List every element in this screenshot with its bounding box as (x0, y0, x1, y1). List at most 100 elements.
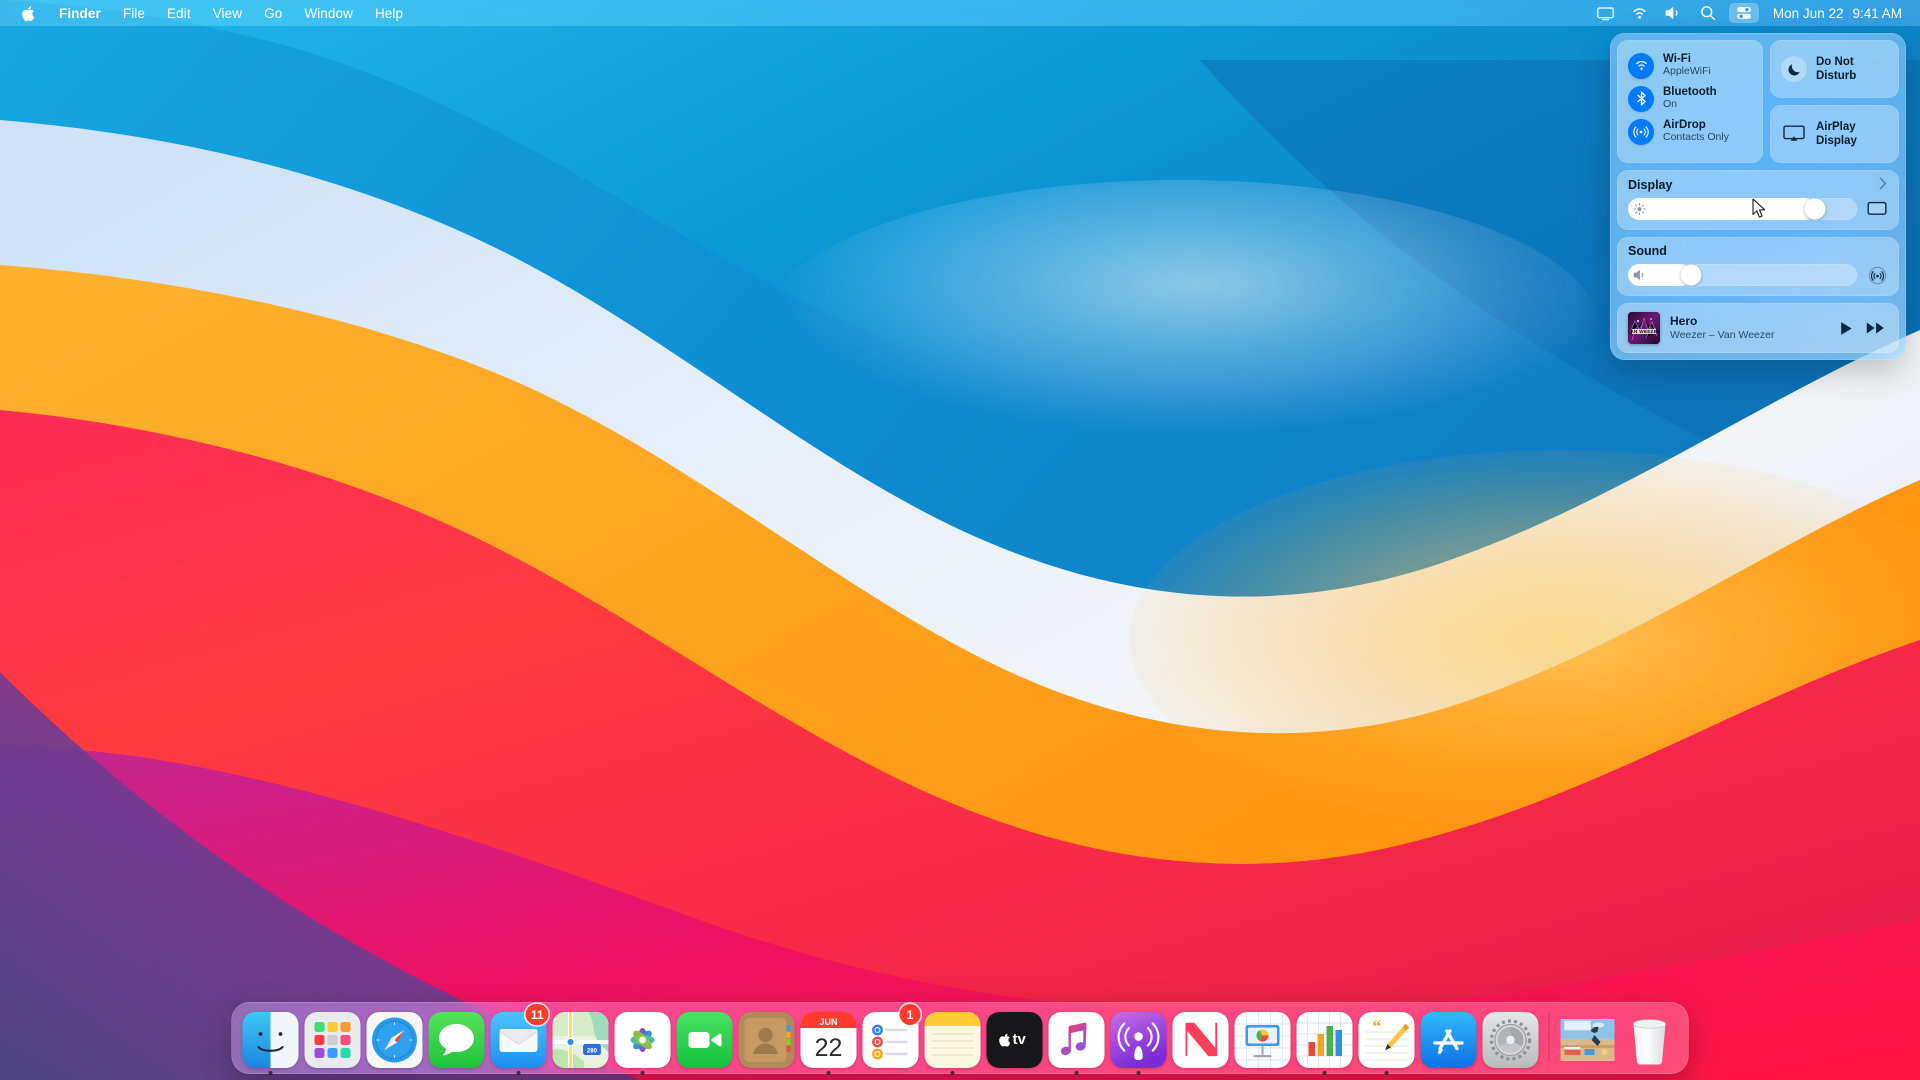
control-center-panel: Wi-Fi AppleWiFi Bluetooth On (1610, 33, 1906, 360)
now-playing-controls (1840, 321, 1888, 336)
dock-item-messages[interactable] (426, 1006, 488, 1068)
apple-tv-icon: tv (987, 1012, 1043, 1068)
dock-item-reminders[interactable]: 1 (860, 1006, 922, 1068)
airplay-audio-icon[interactable] (1866, 266, 1888, 284)
calendar-icon: JUN 22 (801, 1012, 857, 1068)
now-playing-meta: Hero Weezer – Van Weezer (1670, 314, 1830, 342)
menu-bar-status-area: Mon Jun 22 9:41 AM (1589, 0, 1920, 26)
calendar-month: JUN (819, 1017, 837, 1027)
airdrop-subtitle: Contacts Only (1663, 132, 1729, 144)
display-module-header[interactable]: Display (1628, 177, 1888, 192)
menu-item-go[interactable]: Go (253, 0, 293, 26)
moon-icon (1781, 56, 1807, 82)
airdrop-text: AirDrop Contacts Only (1663, 119, 1729, 144)
svg-text:tv: tv (1013, 1031, 1027, 1048)
dock-item-facetime[interactable] (674, 1006, 736, 1068)
control-center-icon[interactable] (1729, 3, 1759, 23)
brightness-icon (1633, 203, 1646, 216)
running-indicator (517, 1071, 521, 1075)
svg-text:“: “ (1373, 1016, 1382, 1036)
dock-item-notes[interactable] (922, 1006, 984, 1068)
wifi-toggle[interactable]: Wi-Fi AppleWiFi (1617, 49, 1763, 82)
airdrop-toggle[interactable]: AirDrop Contacts Only (1617, 115, 1763, 148)
fast-forward-icon[interactable] (1866, 321, 1885, 335)
airdrop-title: AirDrop (1663, 119, 1729, 132)
apple-logo-icon[interactable] (12, 0, 48, 26)
menu-bar-time: 9:41 AM (1852, 6, 1902, 21)
screen-mirroring-icon[interactable] (1589, 0, 1623, 26)
airplay-display-label: AirPlay Display (1816, 120, 1857, 148)
bluetooth-icon (1628, 86, 1654, 112)
display-slider-knob[interactable] (1805, 199, 1826, 220)
app-store-icon (1421, 1012, 1477, 1068)
chevron-right-icon[interactable] (1879, 177, 1888, 192)
menu-bar: Finder File Edit View Go Window Help (0, 0, 1920, 26)
dock-item-podcasts[interactable] (1108, 1006, 1170, 1068)
dock-item-numbers[interactable] (1294, 1006, 1356, 1068)
sound-slider-knob[interactable] (1680, 265, 1701, 286)
keynote-icon (1235, 1012, 1291, 1068)
bluetooth-title: Bluetooth (1663, 86, 1717, 99)
track-subtitle: Weezer – Van Weezer (1670, 329, 1830, 342)
menu-item-window[interactable]: Window (293, 0, 364, 26)
volume-icon[interactable] (1657, 0, 1691, 26)
dock-item-recent-item[interactable] (1557, 1006, 1619, 1068)
running-indicator (1137, 1071, 1141, 1075)
connectivity-module: Wi-Fi AppleWiFi Bluetooth On (1617, 40, 1763, 163)
pages-icon: “ (1359, 1012, 1415, 1068)
dock-item-calendar[interactable]: JUN 22 (798, 1006, 860, 1068)
dock-item-maps[interactable]: 280 (550, 1006, 612, 1068)
sound-volume-slider[interactable] (1628, 264, 1857, 286)
notes-icon (925, 1012, 981, 1068)
wifi-icon[interactable] (1623, 0, 1657, 26)
airplay-line-1: AirPlay (1816, 120, 1857, 134)
display-slider-row (1628, 198, 1888, 220)
bluetooth-text: Bluetooth On (1663, 86, 1717, 111)
running-indicator (827, 1071, 831, 1075)
do-not-disturb-label: Do Not Disturb (1816, 55, 1856, 83)
menu-item-finder[interactable]: Finder (48, 0, 112, 26)
calendar-day: 22 (815, 1034, 843, 1062)
dock-item-mail[interactable]: 11 (488, 1006, 550, 1068)
dock-item-keynote[interactable] (1232, 1006, 1294, 1068)
running-indicator (641, 1071, 645, 1075)
running-indicator (1323, 1071, 1327, 1075)
wifi-icon (1628, 53, 1654, 79)
do-not-disturb-tile[interactable]: Do Not Disturb (1770, 40, 1899, 98)
display-module: Display (1617, 170, 1899, 230)
menu-item-edit[interactable]: Edit (156, 0, 202, 26)
menu-bar-clock[interactable]: Mon Jun 22 9:41 AM (1763, 6, 1906, 21)
dock-item-trash[interactable] (1619, 1006, 1681, 1068)
svg-text:VAN WEEZER: VAN WEEZER (1628, 329, 1660, 334)
airplay-display-tile[interactable]: AirPlay Display (1770, 105, 1899, 163)
trash-icon (1622, 1012, 1678, 1068)
dock-item-news[interactable] (1170, 1006, 1232, 1068)
menu-item-file[interactable]: File (112, 0, 156, 26)
dock-item-music[interactable] (1046, 1006, 1108, 1068)
menu-item-view[interactable]: View (202, 0, 253, 26)
running-indicator (1075, 1071, 1079, 1075)
dock-item-app-store[interactable] (1418, 1006, 1480, 1068)
dock-item-finder[interactable] (240, 1006, 302, 1068)
play-icon[interactable] (1840, 321, 1853, 336)
safari-icon (367, 1012, 423, 1068)
dock-item-launchpad[interactable] (302, 1006, 364, 1068)
dock-item-tv[interactable]: tv (984, 1006, 1046, 1068)
dock-item-system-preferences[interactable] (1480, 1006, 1542, 1068)
spotlight-search-icon[interactable] (1691, 0, 1725, 26)
wifi-title: Wi-Fi (1663, 53, 1711, 66)
dock-item-pages[interactable]: “ (1356, 1006, 1418, 1068)
menu-bar-left: Finder File Edit View Go Window Help (0, 0, 414, 26)
display-brightness-slider[interactable] (1628, 198, 1857, 220)
bluetooth-subtitle: On (1663, 99, 1717, 111)
speaker-icon (1633, 269, 1647, 281)
menu-item-help[interactable]: Help (364, 0, 414, 26)
dock-item-safari[interactable] (364, 1006, 426, 1068)
display-monitor-icon[interactable] (1866, 200, 1888, 218)
bluetooth-toggle[interactable]: Bluetooth On (1617, 82, 1763, 115)
desktop: Finder File Edit View Go Window Help (0, 0, 1920, 1080)
dock-item-contacts[interactable] (736, 1006, 798, 1068)
reminders-badge: 1 (900, 1004, 921, 1025)
recent-item-thumbnail (1560, 1012, 1616, 1068)
dock-item-photos[interactable] (612, 1006, 674, 1068)
